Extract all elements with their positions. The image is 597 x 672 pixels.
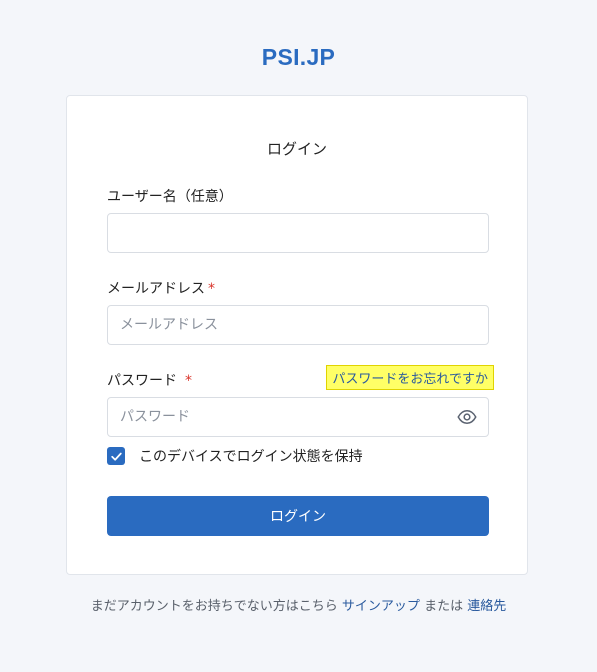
brand-logo: PSI.JP	[261, 44, 336, 70]
login-button[interactable]: ログイン	[107, 496, 489, 536]
signup-prompt-text: まだアカウントをお持ちでない方はこちら	[90, 599, 338, 614]
password-label: パスワード *	[107, 370, 192, 390]
connector-text: または	[424, 599, 464, 614]
required-mark: *	[208, 281, 215, 297]
signup-prompt: まだアカウントをお持ちでない方はこちら サインアップ または 連絡先	[0, 595, 597, 614]
signup-link[interactable]: サインアップ	[342, 599, 420, 614]
password-input[interactable]	[107, 397, 489, 437]
eye-icon[interactable]	[457, 407, 477, 427]
contact-link[interactable]: 連絡先	[467, 599, 506, 614]
checkmark-icon	[110, 452, 122, 461]
email-label-text: メールアドレス	[107, 281, 205, 297]
forgot-password-link[interactable]: パスワードをお忘れですか	[326, 365, 494, 390]
username-label: ユーザー名（任意）	[107, 189, 233, 205]
remember-me-label: このデバイスでログイン状態を保持	[139, 449, 363, 465]
password-label-text: パスワード	[107, 373, 177, 389]
required-mark: *	[185, 373, 192, 389]
login-card: ログイン ユーザー名（任意） メールアドレス* パスワード* パスワードをお忘れ…	[66, 95, 528, 575]
username-input[interactable]	[107, 213, 489, 253]
remember-me-checkbox[interactable]	[107, 447, 125, 465]
remember-me: このデバイスでログイン状態を保持	[107, 446, 363, 466]
email-input[interactable]	[107, 305, 489, 345]
page-title: ログイン	[266, 140, 327, 158]
password-field	[107, 397, 489, 437]
email-label: メールアドレス *	[107, 278, 215, 298]
